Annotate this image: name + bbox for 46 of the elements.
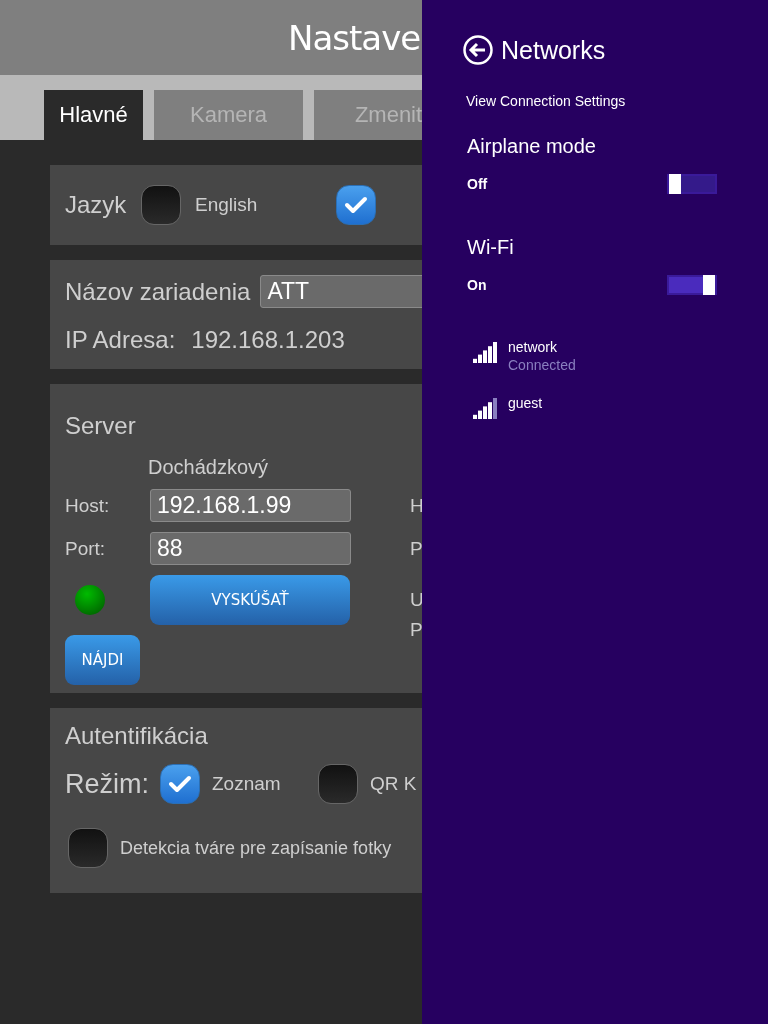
- checkbox[interactable]: [160, 764, 200, 804]
- port-label: Port:: [65, 537, 107, 560]
- panel-title: Networks: [501, 35, 606, 65]
- network-name[interactable]: network: [508, 339, 576, 355]
- option-label: Zoznam: [212, 773, 281, 795]
- host-label: Host:: [65, 494, 111, 517]
- checkbox[interactable]: [141, 185, 182, 225]
- section-title: Server: [65, 412, 137, 440]
- back-icon[interactable]: [463, 35, 493, 65]
- language-label: Jazyk: [65, 191, 128, 219]
- checkbox[interactable]: [335, 185, 376, 225]
- page-title: Nastave: [288, 17, 421, 58]
- tab[interactable]: Hlavné: [44, 90, 143, 140]
- toggle-thumb[interactable]: [703, 275, 715, 295]
- device-name-label: Názov zariadenia: [65, 277, 251, 306]
- option-label: QR K: [370, 773, 417, 795]
- checkbox[interactable]: [318, 764, 358, 804]
- section-title: Autentifikácia: [65, 722, 209, 750]
- connection-settings-link[interactable]: View Connection Settings: [466, 93, 768, 109]
- option-label: English: [195, 194, 258, 216]
- setting-state: On: [467, 277, 487, 293]
- checkbox[interactable]: [68, 828, 108, 868]
- check-icon: [343, 195, 368, 215]
- port-field[interactable]: 88: [150, 532, 351, 565]
- ip-value: 192.168.1.203: [191, 326, 345, 354]
- column-title: Dochádzkový: [148, 456, 270, 479]
- setting-title: Airplane mode: [467, 135, 597, 158]
- device-name-field[interactable]: ATT: [260, 275, 422, 308]
- signal-icon: [473, 342, 497, 363]
- mode-label: Režim:: [65, 768, 150, 800]
- field-label: P: [410, 537, 422, 560]
- setting-title: Wi-Fi: [467, 236, 515, 259]
- ip-label: IP Adresa:: [65, 326, 176, 354]
- field-label: U: [410, 589, 422, 611]
- test-button[interactable]: VYSKÚŠAŤ: [150, 575, 350, 625]
- signal-icon: [473, 398, 497, 419]
- find-button[interactable]: NÁJDI: [65, 635, 140, 685]
- toggle-thumb[interactable]: [669, 174, 681, 194]
- network-status: Connected: [508, 357, 576, 373]
- network-name[interactable]: guest: [508, 395, 543, 411]
- field-label: P: [410, 619, 422, 641]
- field-label: H: [410, 494, 422, 517]
- host-field[interactable]: 192.168.1.99: [150, 489, 351, 522]
- setting-state: Off: [467, 176, 488, 192]
- option-label: Detekcia tváre pre zapísanie fotky: [120, 837, 392, 859]
- check-icon: [168, 774, 192, 794]
